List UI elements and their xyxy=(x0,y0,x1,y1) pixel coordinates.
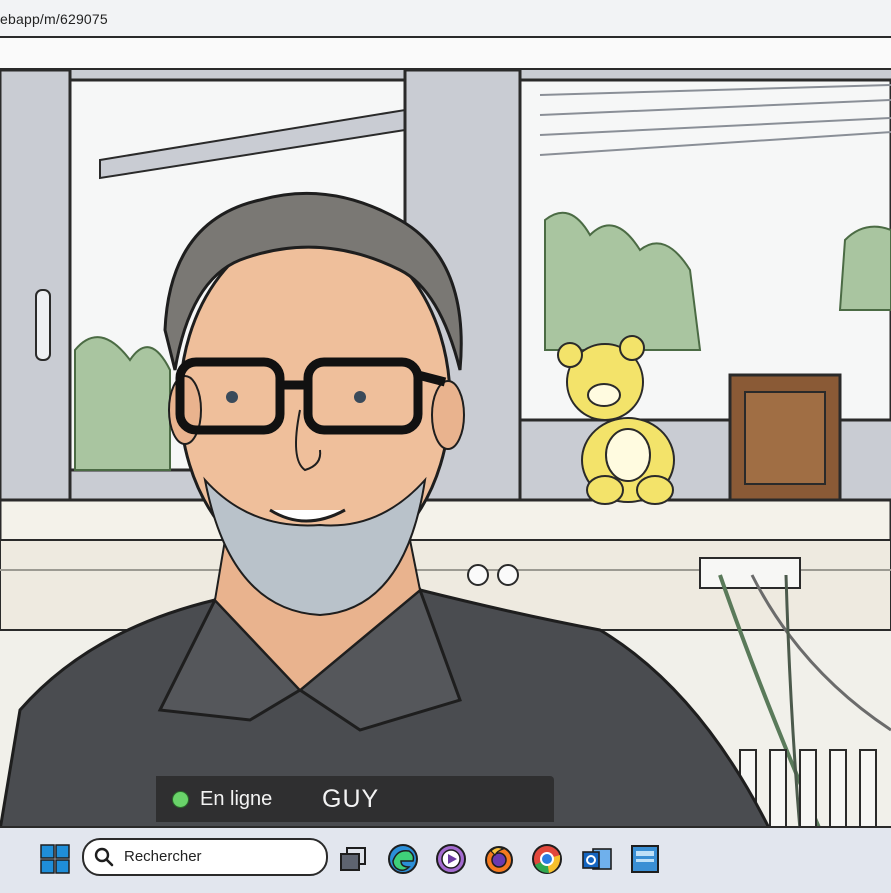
caller-name: GUY xyxy=(322,785,380,813)
edge-icon[interactable] xyxy=(386,842,420,876)
browser-toolbar xyxy=(0,38,891,70)
outlook-icon[interactable] xyxy=(580,842,614,876)
taskbar-search[interactable]: Rechercher xyxy=(82,838,328,876)
store-app-icon[interactable] xyxy=(628,842,662,876)
webcam-image xyxy=(0,70,891,830)
task-view-icon[interactable] xyxy=(336,842,370,876)
chrome-icon[interactable] xyxy=(530,842,564,876)
url-text[interactable]: ebapp/m/629075 xyxy=(0,11,108,27)
browser-address-bar[interactable]: ebapp/m/629075 xyxy=(0,0,891,38)
online-status-icon xyxy=(172,791,189,808)
video-feed xyxy=(0,70,891,830)
caller-name-overlay: En ligne GUY xyxy=(156,776,554,822)
firefox-icon[interactable] xyxy=(482,842,516,876)
taskbar: Rechercher xyxy=(0,826,891,893)
search-icon xyxy=(94,847,114,867)
status-text: En ligne xyxy=(200,788,273,810)
search-placeholder: Rechercher xyxy=(124,848,202,865)
media-player-icon[interactable] xyxy=(434,842,468,876)
windows-start-icon[interactable] xyxy=(38,842,72,876)
